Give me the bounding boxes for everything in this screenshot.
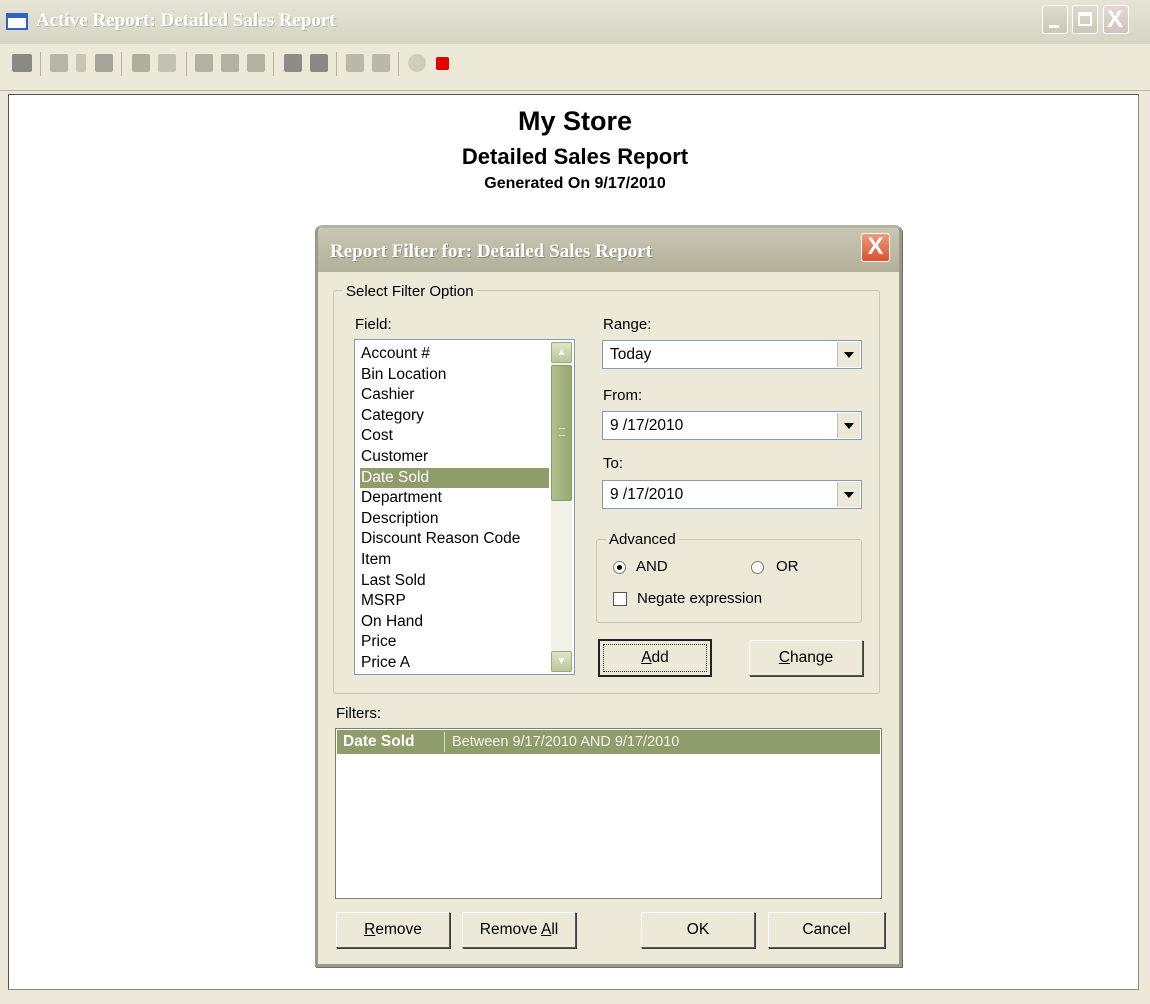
remove-mnemonic: R [364, 921, 376, 938]
chevron-down-icon: ▼ [556, 656, 567, 667]
remove-all-label: ll [551, 921, 559, 938]
to-label: To: [603, 455, 624, 472]
first-page-icon[interactable] [195, 54, 213, 72]
range-label: Range: [603, 316, 652, 333]
toolbar-separator [273, 52, 274, 76]
toolbar-separator [40, 52, 41, 76]
multi-page-icon[interactable] [158, 54, 176, 72]
next-page-icon[interactable] [247, 54, 265, 72]
page-split-icon[interactable] [95, 54, 113, 72]
remove-all-button[interactable]: Remove All [462, 912, 576, 948]
single-page-icon[interactable] [132, 54, 150, 72]
and-radio[interactable] [613, 561, 626, 574]
range-dropdown[interactable]: Today [602, 340, 862, 369]
refresh-icon[interactable] [408, 54, 426, 72]
list-item-selected[interactable]: Date Sold [360, 467, 549, 489]
stop-icon[interactable] [436, 57, 449, 70]
list-item[interactable]: Cashier [360, 385, 549, 406]
dropdown-arrow-icon[interactable] [837, 342, 860, 367]
add-button[interactable]: Add [598, 639, 712, 677]
from-label: From: [603, 387, 643, 404]
list-item[interactable]: Cost [360, 426, 549, 447]
close-icon: X [867, 233, 884, 260]
to-date-picker[interactable]: 9 /17/2010 [602, 480, 862, 509]
field-list-scrollbar[interactable]: ▲ ▼ [551, 342, 572, 672]
list-item[interactable]: Category [360, 406, 549, 427]
prev-page-icon[interactable] [221, 54, 239, 72]
to-date-value: 9 /17/2010 [610, 486, 684, 503]
from-date-value: 9 /17/2010 [610, 417, 684, 434]
list-item[interactable]: Department [360, 488, 549, 509]
app-window-icon [6, 13, 28, 30]
or-radio-label[interactable]: OR [776, 558, 799, 575]
filter-row[interactable]: Date Sold Between 9/17/2010 AND 9/17/201… [337, 730, 880, 754]
advanced-group-label: Advanced [606, 531, 679, 548]
list-item[interactable]: Discount Reason Code [360, 529, 549, 550]
toc-dropdown-icon[interactable] [76, 54, 86, 72]
list-item[interactable]: Customer [360, 447, 549, 468]
dialog-title: Report Filter for: Detailed Sales Report [330, 241, 653, 262]
list-item[interactable]: Last Sold [360, 571, 549, 592]
cancel-button[interactable]: Cancel [768, 912, 885, 948]
remove-button[interactable]: Remove [336, 912, 450, 948]
filters-label: Filters: [336, 705, 381, 722]
field-listbox[interactable]: Account # Bin Location Cashier Category … [354, 339, 575, 675]
dropdown-arrow-icon[interactable] [837, 413, 860, 438]
report-store-name: My Store [517, 106, 633, 136]
filter-option-group-label: Select Filter Option [343, 283, 477, 300]
print-icon[interactable] [12, 54, 32, 72]
list-item[interactable]: Price A [360, 653, 549, 674]
list-item[interactable]: Price [360, 632, 549, 653]
toc-icon[interactable] [50, 54, 68, 72]
save-icon[interactable] [310, 54, 328, 72]
filter-row-divider [444, 732, 445, 752]
toolbar-separator [398, 52, 399, 76]
or-radio[interactable] [751, 561, 764, 574]
report-title: Detailed Sales Report [461, 144, 689, 169]
from-date-picker[interactable]: 9 /17/2010 [602, 411, 862, 440]
scroll-up-button[interactable]: ▲ [551, 342, 572, 363]
dropdown-arrow-icon[interactable] [837, 482, 860, 507]
list-item[interactable]: Description [360, 509, 549, 530]
close-icon: X [1107, 6, 1124, 33]
list-item[interactable]: On Hand [360, 612, 549, 633]
remove-label: emove [375, 921, 422, 938]
filter-row-field: Date Sold [343, 733, 415, 750]
list-item[interactable]: Item [360, 550, 549, 571]
window-title: Active Report: Detailed Sales Report [36, 10, 336, 31]
change-button[interactable]: Change [749, 640, 863, 676]
window-close-button[interactable]: X [1103, 5, 1129, 34]
range-value: Today [610, 346, 652, 363]
toolbar-separator [336, 52, 337, 76]
change-label: hange [790, 649, 834, 666]
focus-rect [603, 644, 707, 672]
negate-expression-label[interactable]: Negate expression [637, 590, 762, 607]
dialog-close-button[interactable]: X [861, 233, 890, 262]
report-generated-date: Generated On 9/17/2010 [484, 175, 666, 192]
field-label: Field: [355, 316, 392, 333]
maximize-button[interactable] [1072, 5, 1098, 34]
chevron-up-icon: ▲ [556, 347, 567, 358]
remove-all-prefix: Remove [479, 921, 541, 938]
scroll-down-button[interactable]: ▼ [551, 651, 572, 672]
paste-icon[interactable] [372, 54, 390, 72]
and-radio-label[interactable]: AND [636, 558, 668, 575]
scroll-thumb[interactable] [551, 365, 572, 501]
minimize-button[interactable] [1042, 5, 1068, 34]
list-item[interactable]: Account # [360, 344, 549, 365]
change-mnemonic: C [778, 649, 791, 666]
toolbar-separator [121, 52, 122, 76]
ok-button[interactable]: OK [641, 912, 755, 948]
filter-row-description: Between 9/17/2010 AND 9/17/2010 [452, 734, 680, 750]
advanced-group [596, 539, 862, 623]
stop-icon-gray[interactable] [284, 54, 302, 72]
negate-expression-checkbox[interactable] [613, 592, 627, 606]
toolbar-separator [186, 52, 187, 76]
copy-icon[interactable] [346, 54, 364, 72]
list-item[interactable]: MSRP [360, 591, 549, 612]
remove-all-mnemonic: A [540, 921, 552, 938]
list-item[interactable]: Bin Location [360, 365, 549, 386]
